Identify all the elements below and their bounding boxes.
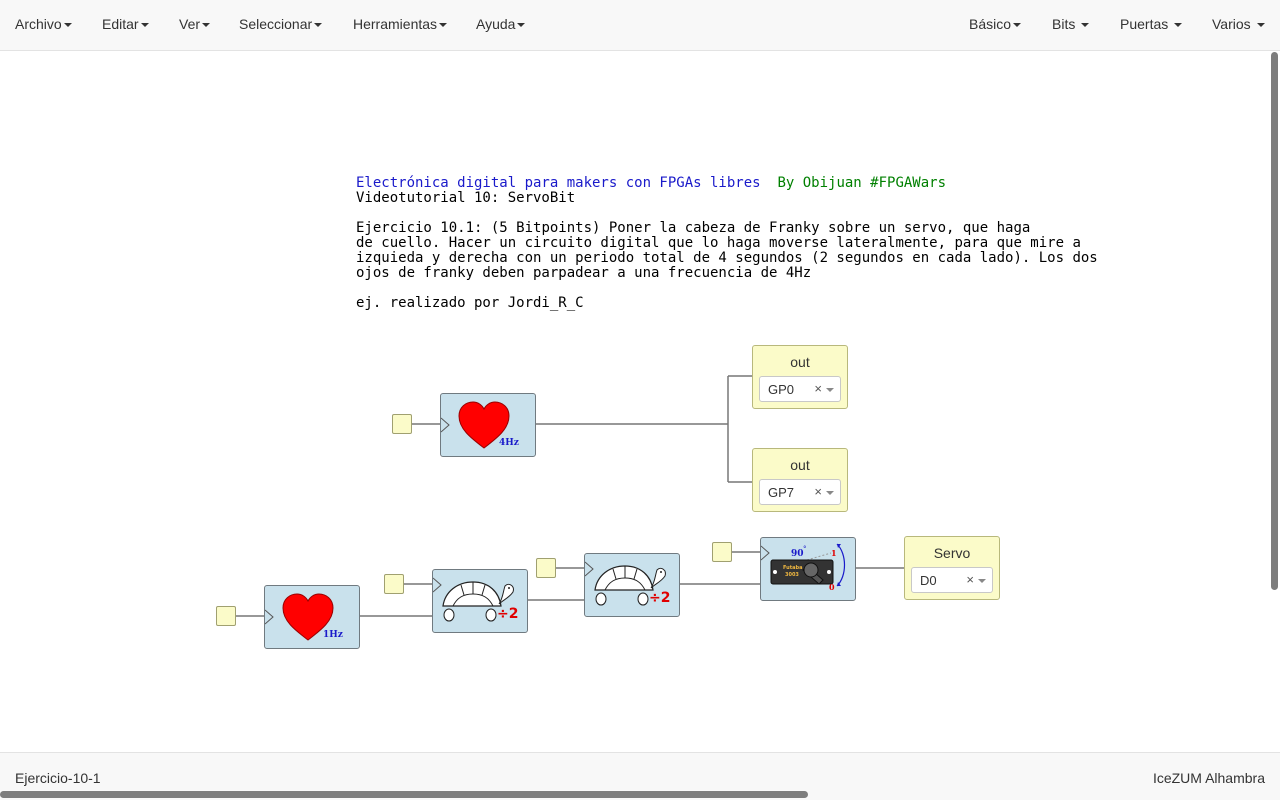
turtle-icon: ÷2 [432, 577, 518, 622]
divider-block-1[interactable]: ÷2 [432, 569, 528, 633]
input-pin[interactable] [384, 574, 404, 594]
clear-icon[interactable]: × [814, 484, 822, 499]
output-block-gp7[interactable]: out GP7 × [752, 448, 848, 512]
horizontal-scrollbar[interactable] [0, 791, 808, 798]
output-block-gp0[interactable]: out GP0 × [752, 345, 848, 409]
chevron-down-icon[interactable] [826, 491, 834, 495]
pin-select-value: D0 [920, 573, 937, 588]
output-block-title: out [790, 354, 810, 370]
input-pin[interactable] [392, 414, 412, 434]
pin-select[interactable]: GP7 × [759, 479, 841, 505]
servo-brand-label: Futaba [783, 565, 802, 571]
wires [236, 375, 905, 617]
pin-select-value: GP0 [768, 382, 795, 397]
servobit-block[interactable]: 90 ° Futaba 3003 1 0 [760, 537, 856, 601]
divider-label: ÷2 [497, 606, 518, 622]
vertical-scrollbar[interactable] [1271, 52, 1278, 590]
status-board[interactable]: IceZUM Alhambra [1153, 770, 1265, 786]
heartbeat-4hz-block[interactable]: 4Hz [440, 393, 536, 457]
divider-label: ÷2 [649, 590, 670, 606]
output-block-title: out [790, 457, 810, 473]
heart-freq-label: 1Hz [323, 630, 343, 640]
pin-select[interactable]: D0 × [911, 567, 993, 593]
servo-model-label: 3003 [785, 572, 799, 578]
chevron-down-icon[interactable] [826, 388, 834, 392]
heartbeat-1hz-block[interactable]: 1Hz [264, 585, 360, 649]
servo-high-label: 1 [831, 548, 837, 558]
input-pin[interactable] [712, 542, 732, 562]
clear-icon[interactable]: × [966, 572, 974, 587]
servo-degree-label: ° [803, 545, 807, 553]
heart-icon: 1Hz [264, 593, 343, 641]
chevron-down-icon[interactable] [978, 579, 986, 583]
status-filename: Ejercicio-10-1 [15, 770, 101, 786]
output-block-title: Servo [933, 545, 971, 561]
output-block-servo[interactable]: Servo D0 × [904, 536, 1000, 600]
servo-icon: 90 ° Futaba 3003 1 0 [760, 543, 846, 592]
divider-block-2[interactable]: ÷2 [584, 553, 680, 617]
clear-icon[interactable]: × [814, 381, 822, 396]
pin-select-value: GP7 [768, 485, 795, 500]
servo-angle-label: 90 [791, 549, 804, 559]
heart-freq-label: 4Hz [499, 438, 519, 448]
heart-icon: 4Hz [440, 401, 519, 449]
turtle-icon: ÷2 [584, 561, 670, 606]
input-pin[interactable] [536, 558, 556, 578]
servo-low-label: 0 [829, 582, 835, 592]
input-pin[interactable] [216, 606, 236, 626]
pin-select[interactable]: GP0 × [759, 376, 841, 402]
